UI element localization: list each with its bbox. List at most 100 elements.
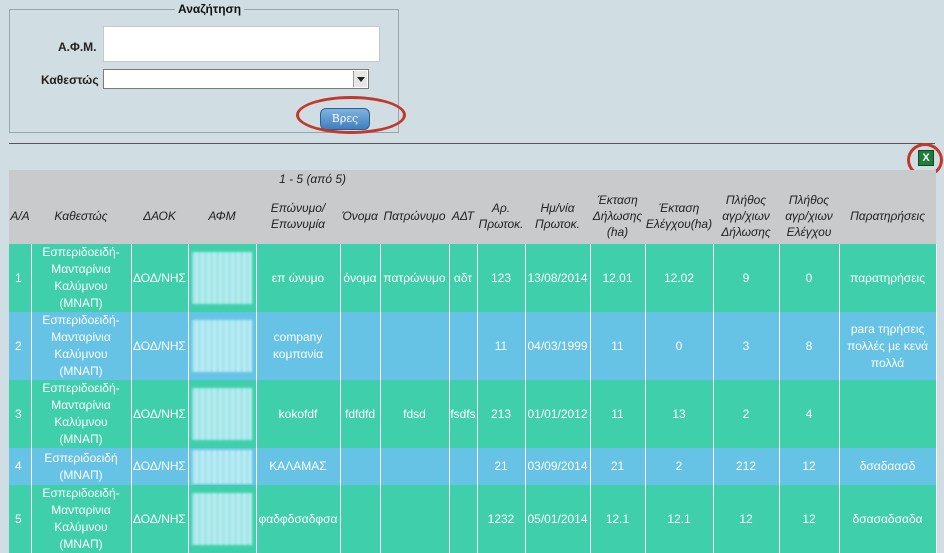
cell-notes: παρατηρήσεις bbox=[839, 244, 937, 312]
cell-fields-check: 8 bbox=[779, 312, 840, 380]
header-protocol[interactable]: Αρ. Πρωτοκ. bbox=[477, 188, 525, 244]
cell-protocol: 11 bbox=[477, 312, 526, 380]
highlight-ring-search bbox=[296, 96, 406, 134]
cell-name: όνομα bbox=[340, 244, 381, 312]
cell-area-decl: 11 bbox=[590, 380, 646, 448]
table-row[interactable]: 2 Εσπεριδοειδή- Μανταρίνια Καλύμνου (ΜΝΑ… bbox=[9, 312, 937, 380]
cell-area-check: 2 bbox=[645, 448, 714, 485]
cell-father bbox=[380, 312, 450, 380]
header-date[interactable]: Ημ/νία Πρωτοκ. bbox=[525, 188, 590, 244]
cell-fields-decl: 9 bbox=[713, 244, 780, 312]
header-adt[interactable]: ΑΔΤ bbox=[449, 188, 477, 244]
cell-name bbox=[340, 312, 381, 380]
afm-label: Α.Φ.Μ. bbox=[58, 40, 97, 54]
cell-afm bbox=[188, 380, 257, 448]
cell-notes bbox=[839, 380, 937, 448]
cell-status: Εσπεριδοειδή- Μανταρίνια Καλύμνου (ΜΝΑΠ) bbox=[31, 312, 132, 380]
header-area-check[interactable]: Έκταση Ελέγχου(ha) bbox=[645, 188, 713, 244]
cell-status: Εσπεριδοειδή (ΜΝΑΠ) bbox=[31, 448, 132, 485]
cell-surname: φαδφδσαδφσα bbox=[256, 485, 341, 553]
cell-daok: ΔΟΔ/ΝΗΣ bbox=[131, 448, 189, 485]
header-surname[interactable]: Επώνυμο/ Επωνυμία bbox=[256, 188, 340, 244]
header-afm[interactable]: ΑΦΜ bbox=[188, 188, 256, 244]
cell-fields-decl: 3 bbox=[713, 312, 780, 380]
table-header-row: Α/Α Καθεστώς ΔΑΟΚ ΑΦΜ Επώνυμο/ Επωνυμία … bbox=[9, 188, 937, 244]
cell-aa: 1 bbox=[9, 244, 32, 312]
afm-input[interactable] bbox=[103, 26, 380, 62]
header-fields-decl[interactable]: Πλήθος αγρ/χιων Δήλωσης bbox=[713, 188, 779, 244]
afm-redacted bbox=[192, 449, 252, 484]
table-row[interactable]: 1 Εσπεριδοειδή- Μανταρίνια Καλύμνου (ΜΝΑ… bbox=[9, 244, 937, 312]
cell-name: fdfdfd bbox=[340, 380, 381, 448]
cell-adt bbox=[449, 448, 478, 485]
cell-fields-check: 12 bbox=[779, 448, 840, 485]
header-aa[interactable]: Α/Α bbox=[9, 188, 31, 244]
cell-aa: 3 bbox=[9, 380, 32, 448]
cell-name bbox=[340, 485, 381, 553]
cell-aa: 4 bbox=[9, 448, 32, 485]
cell-aa: 5 bbox=[9, 485, 32, 553]
header-notes[interactable]: Παρατηρήσεις bbox=[839, 188, 937, 244]
status-label: Καθεστώς bbox=[41, 73, 99, 87]
cell-date: 13/08/2014 bbox=[525, 244, 591, 312]
cell-afm bbox=[188, 244, 257, 312]
cell-fields-check: 0 bbox=[779, 244, 840, 312]
header-fields-check[interactable]: Πλήθος αγρ/χιων Ελέγχου bbox=[779, 188, 839, 244]
results-table: 1 - 5 (από 5) Α/Α Καθεστώς ΔΑΟΚ ΑΦΜ Επών… bbox=[9, 170, 937, 553]
header-area-decl[interactable]: Έκταση Δήλωσης (ha) bbox=[590, 188, 645, 244]
cell-adt: αδτ bbox=[449, 244, 478, 312]
cell-protocol: 1232 bbox=[477, 485, 526, 553]
table-row[interactable]: 4 Εσπεριδοειδή (ΜΝΑΠ) ΔΟΔ/ΝΗΣ ΚΑΛΑΜΑΣ 21… bbox=[9, 448, 937, 485]
search-legend: Αναζήτηση bbox=[175, 2, 245, 16]
cell-father: πατρώνυμο bbox=[380, 244, 450, 312]
table-row[interactable]: 5 Εσπεριδοειδή- Μανταρίνια Καλύμνου (ΜΝΑ… bbox=[9, 485, 937, 553]
cell-daok: ΔΟΔ/ΝΗΣ bbox=[131, 244, 189, 312]
cell-area-check: 12.02 bbox=[645, 244, 714, 312]
cell-notes: δσασαδσαδα bbox=[839, 485, 937, 553]
divider bbox=[9, 143, 935, 144]
pager-text: 1 - 5 (από 5) bbox=[9, 170, 937, 188]
cell-surname: kokofdf bbox=[256, 380, 341, 448]
afm-redacted bbox=[192, 320, 252, 372]
afm-redacted bbox=[192, 252, 252, 304]
afm-redacted bbox=[192, 493, 252, 545]
cell-fields-check: 4 bbox=[779, 380, 840, 448]
chevron-down-icon[interactable] bbox=[353, 71, 367, 87]
cell-date: 04/03/1999 bbox=[525, 312, 591, 380]
cell-protocol: 123 bbox=[477, 244, 526, 312]
cell-protocol: 213 bbox=[477, 380, 526, 448]
cell-notes: δσαδαασδ bbox=[839, 448, 937, 485]
status-select[interactable] bbox=[103, 69, 369, 89]
cell-surname: επ ώνυμο bbox=[256, 244, 341, 312]
cell-status: Εσπεριδοειδή- Μανταρίνια Καλύμνου (ΜΝΑΠ) bbox=[31, 485, 132, 553]
cell-daok: ΔΟΔ/ΝΗΣ bbox=[131, 380, 189, 448]
cell-area-check: 13 bbox=[645, 380, 714, 448]
cell-adt bbox=[449, 485, 478, 553]
cell-surname: ΚΑΛΑΜΑΣ bbox=[256, 448, 341, 485]
header-name[interactable]: Όνομα bbox=[340, 188, 380, 244]
header-father[interactable]: Πατρώνυμο bbox=[380, 188, 449, 244]
cell-father bbox=[380, 448, 450, 485]
table-row[interactable]: 3 Εσπεριδοειδή- Μανταρίνια Καλύμνου (ΜΝΑ… bbox=[9, 380, 937, 448]
header-daok[interactable]: ΔΑΟΚ bbox=[131, 188, 188, 244]
cell-fields-decl: 212 bbox=[713, 448, 780, 485]
cell-status: Εσπεριδοειδή- Μανταρίνια Καλύμνου (ΜΝΑΠ) bbox=[31, 380, 132, 448]
cell-fields-check: 12 bbox=[779, 485, 840, 553]
cell-date: 05/01/2014 bbox=[525, 485, 591, 553]
cell-status: Εσπεριδοειδή- Μανταρίνια Καλύμνου (ΜΝΑΠ) bbox=[31, 244, 132, 312]
cell-area-decl: 21 bbox=[590, 448, 646, 485]
cell-area-check: 12.1 bbox=[645, 485, 714, 553]
cell-father: fdsd bbox=[380, 380, 450, 448]
afm-redacted bbox=[192, 388, 252, 440]
cell-surname: company κομπανία bbox=[256, 312, 341, 380]
cell-area-decl: 12.01 bbox=[590, 244, 646, 312]
cell-area-decl: 11 bbox=[590, 312, 646, 380]
header-status[interactable]: Καθεστώς bbox=[31, 188, 131, 244]
cell-afm bbox=[188, 448, 257, 485]
cell-fields-decl: 2 bbox=[713, 380, 780, 448]
cell-adt bbox=[449, 312, 478, 380]
cell-afm bbox=[188, 485, 257, 553]
cell-notes: para τηρήσεις πολλές με κενά πολλά bbox=[839, 312, 937, 380]
cell-date: 03/09/2014 bbox=[525, 448, 591, 485]
cell-father bbox=[380, 485, 450, 553]
